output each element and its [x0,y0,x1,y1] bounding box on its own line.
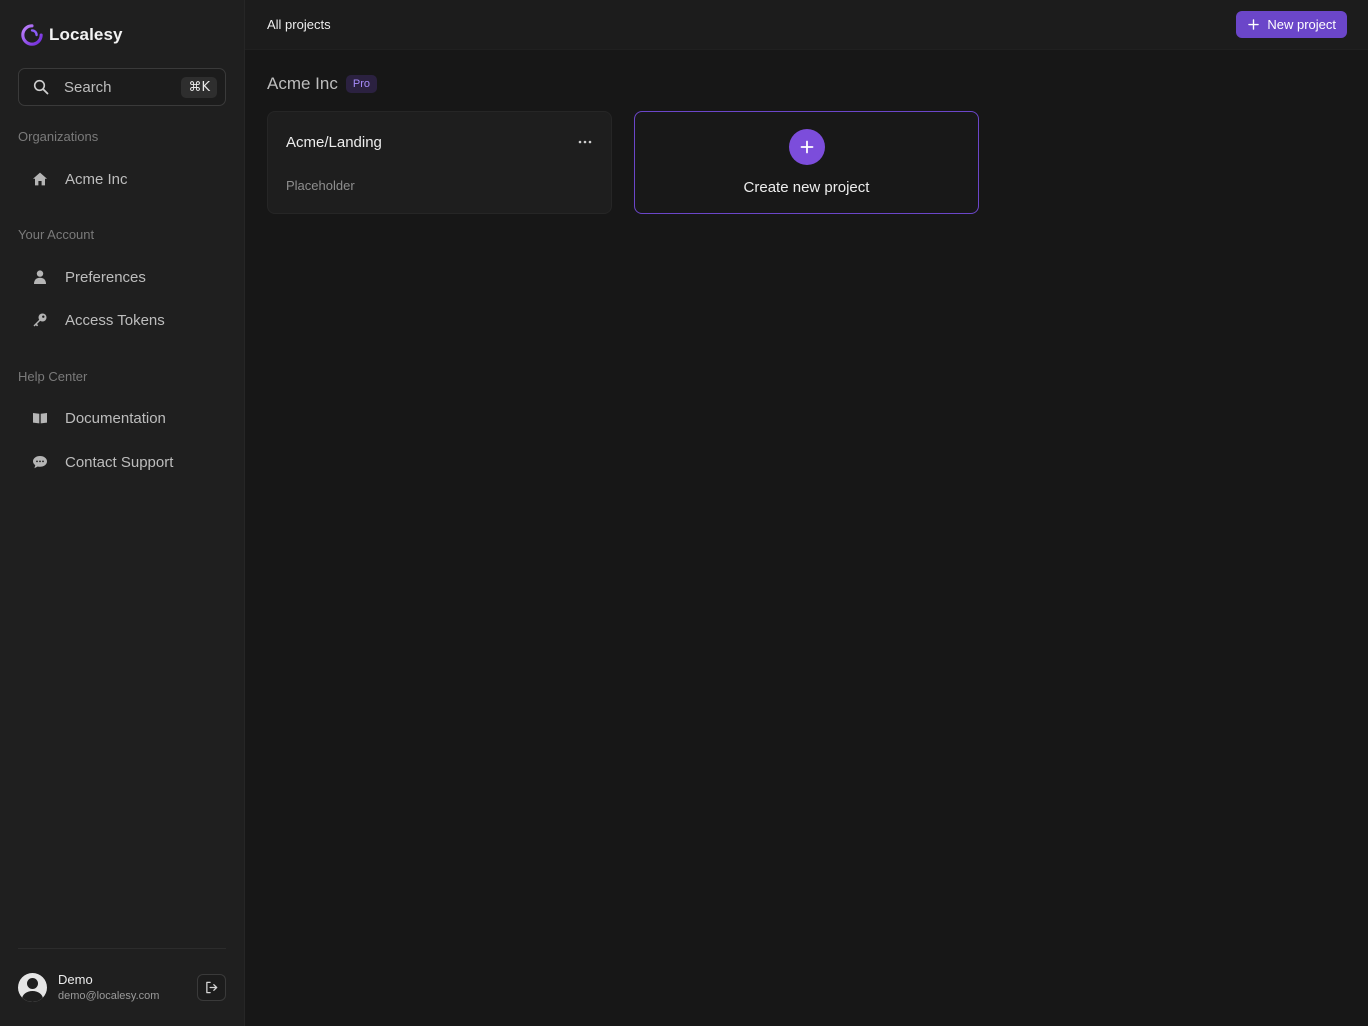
more-horizontal-icon [578,140,592,144]
more-options-button[interactable] [575,134,595,150]
plus-icon [800,140,814,154]
section-title-your-account: Your Account [18,227,95,242]
brand[interactable]: Localesy [21,24,123,46]
plus-icon [1248,19,1260,30]
project-name: Acme/Landing [286,134,382,151]
chat-icon [32,454,48,470]
topbar: All projects New project [245,0,1368,50]
user-panel: Demo demo@localesy.com [18,970,226,1004]
search-shortcut-badge: ⌘K [181,76,217,98]
section-title-organizations: Organizations [18,129,99,144]
sidebar-item-label: Preferences [65,268,146,286]
sidebar-item-acme-inc[interactable]: Acme Inc [18,161,226,197]
avatar[interactable] [18,972,47,1002]
sidebar-item-preferences[interactable]: Preferences [18,259,226,295]
sidebar-item-access-tokens[interactable]: Access Tokens [18,302,226,338]
sidebar-item-label: Documentation [65,409,166,427]
localesy-logo-icon [21,24,43,46]
user-name: Demo [58,972,93,987]
main-content: All projects New project Acme Inc Pro Ac… [245,0,1368,1026]
search-placeholder: Search [64,78,112,96]
sidebar: Localesy Search ⌘K Organizations Acme In… [0,0,245,1026]
project-card[interactable]: Acme/Landing Placeholder [267,111,612,214]
create-project-card[interactable]: Create new project [634,111,979,214]
new-project-label: New project [1267,17,1336,32]
sidebar-item-documentation[interactable]: Documentation [18,400,226,436]
project-description: Placeholder [286,178,355,193]
create-project-label: Create new project [743,179,870,196]
sidebar-item-contact-support[interactable]: Contact Support [18,444,226,480]
create-plus-button[interactable] [789,129,825,165]
user-icon [32,269,48,285]
search-input[interactable]: Search ⌘K [18,68,226,106]
sidebar-divider [18,948,226,949]
app-name: Localesy [49,25,123,44]
app-root: Localesy Search ⌘K Organizations Acme In… [0,0,1368,1026]
breadcrumb[interactable]: All projects [267,17,331,32]
home-icon [32,171,48,187]
new-project-button[interactable]: New project [1236,11,1347,38]
org-name: Acme Inc [267,74,338,93]
user-info: Demo demo@localesy.com [58,972,197,1002]
sidebar-item-label: Access Tokens [65,311,165,329]
user-email: demo@localesy.com [58,990,160,1002]
search-icon [33,79,49,95]
key-icon [32,312,48,328]
plan-badge: Pro [345,75,377,93]
logout-button[interactable] [197,973,226,1001]
book-icon [32,410,48,426]
section-title-help-center: Help Center [18,369,88,384]
logout-icon [206,981,218,993]
org-header: Acme Inc Pro [267,74,377,94]
sidebar-item-label: Acme Inc [65,170,128,188]
sidebar-item-label: Contact Support [65,453,174,471]
